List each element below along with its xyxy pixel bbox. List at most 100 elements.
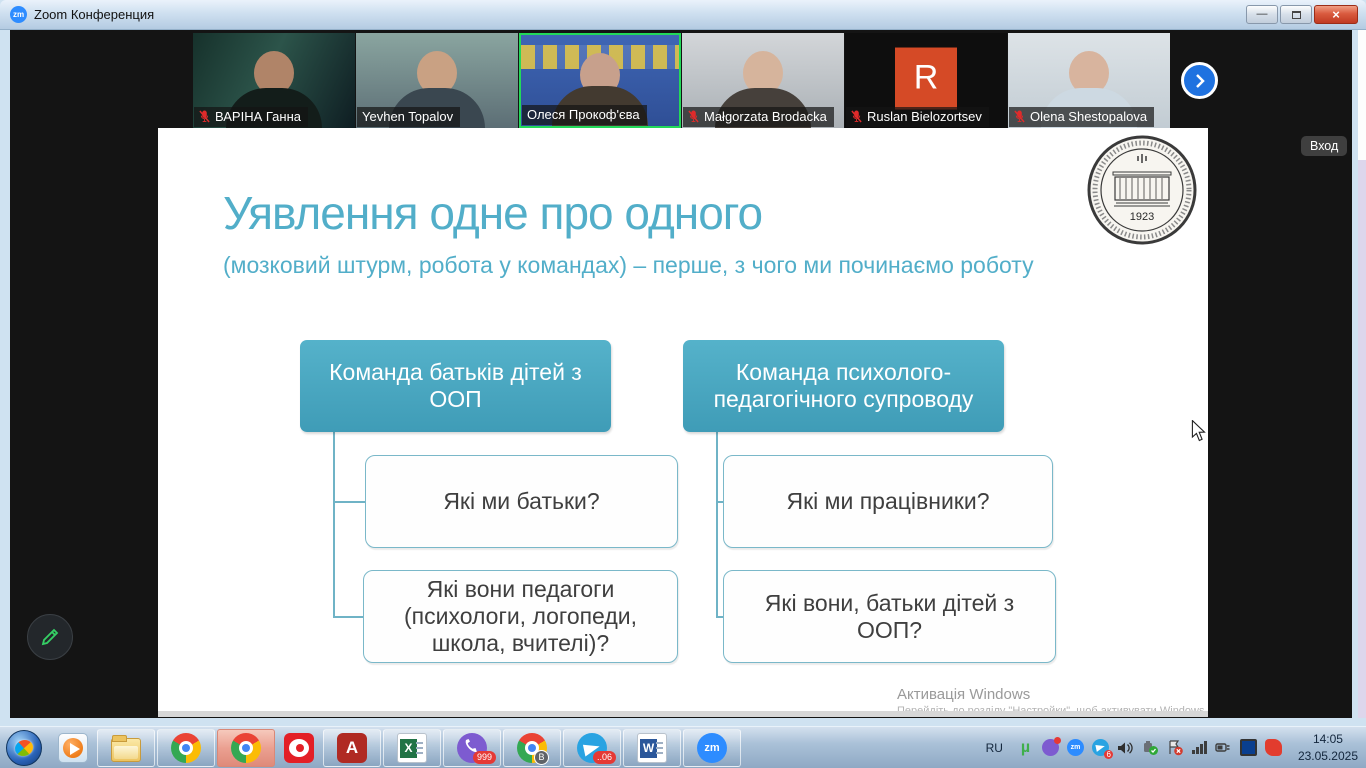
org-chart-child: Які ми працівники? [723,455,1053,548]
avatar: R [895,47,957,109]
org-chart-parent-left: Команда батьків дітей з ООП [300,340,611,432]
taskbar-clock[interactable]: 14:05 23.05.2025 [1298,731,1358,763]
zoom-icon: zm [697,733,727,763]
connector-line [333,501,365,503]
window-title: Zoom Конференция [34,7,154,22]
meeting-content-area: ВАРІНА Ганна Yevhen Topalov Олеся Прокоф… [10,30,1352,718]
zoom-tray-icon[interactable]: zm [1067,739,1084,756]
chrome-icon: B [517,733,547,763]
clock-date: 23.05.2025 [1298,748,1358,764]
muted-mic-icon [199,110,210,123]
chrome-profile-badge: B [534,750,549,765]
taskbar-abbyy-finereader[interactable] [276,729,322,767]
participant-name-tag: ВАРІНА Ганна [194,107,308,127]
connector-line [716,432,718,617]
word-icon: W [637,733,667,763]
participant-tile[interactable]: Małgorzata Brodacka [682,33,844,128]
chrome-icon [171,733,201,763]
abbyy-eye-icon [284,733,314,763]
org-chart-child: Які вони педагоги (психологи, логопеди, … [363,570,678,663]
taskbar-zoom[interactable]: zm [683,729,741,767]
power-plug-icon[interactable] [1215,739,1232,756]
taskbar-acrobat-reader[interactable]: A [323,729,381,767]
tray-app-icon[interactable] [1265,739,1282,756]
utorrent-tray-icon[interactable]: µ [1017,739,1034,756]
telegram-badge: ..06 [593,751,616,764]
clock-time: 14:05 [1298,731,1358,747]
participant-name: Yevhen Topalov [362,109,453,124]
participant-name-tag: Олеся Прокоф'єва [522,105,647,125]
participant-tile[interactable]: R Ruslan Bielozortsev [845,33,1007,128]
maximize-icon [1292,11,1301,19]
window-titlebar[interactable]: zm Zoom Конференция — × [0,0,1366,30]
taskbar-chrome[interactable] [157,729,215,767]
participant-name-tag: Małgorzata Brodacka [683,107,834,127]
windows-taskbar: A X 999 B ..06 W zm RU µ zm 6 [0,726,1366,768]
participant-name-tag: Yevhen Topalov [357,107,460,127]
taskbar-word[interactable]: W [623,729,681,767]
annotate-button[interactable] [27,614,73,660]
close-button[interactable]: × [1314,5,1358,24]
chrome-icon [231,733,261,763]
minimize-button[interactable]: — [1246,5,1278,24]
taskbar-excel[interactable]: X [383,729,441,767]
participant-tile[interactable]: Olena Shestopalova [1008,33,1170,128]
org-chart-parent-right: Команда психолого-педагогічного супровод… [683,340,1004,432]
maximize-button[interactable] [1280,5,1312,24]
participant-tile[interactable]: ВАРІНА Ганна [193,33,355,128]
media-player-icon [58,733,88,763]
taskbar-telegram[interactable]: ..06 [563,729,621,767]
taskbar-file-explorer[interactable] [97,729,155,767]
acrobat-icon: A [337,733,367,763]
participant-name: Олеся Прокоф'єва [527,107,640,122]
video-strip: ВАРІНА Ганна Yevhen Topalov Олеся Прокоф… [193,33,1171,128]
zoom-app-icon: zm [10,6,27,23]
network-signal-icon[interactable] [1192,741,1207,754]
participant-name: Olena Shestopalova [1030,109,1147,124]
muted-mic-icon [688,110,699,123]
taskbar-chrome-active[interactable] [217,729,275,767]
taskbar-chrome-profile[interactable]: B [503,729,561,767]
connector-line [333,616,363,618]
slide-title: Уявлення одне про одного [223,186,762,240]
seal-year: 1923 [1130,211,1154,223]
participant-name-tag: Olena Shestopalova [1009,107,1154,127]
participant-tile[interactable]: Yevhen Topalov [356,33,518,128]
viber-badge: 999 [473,751,496,764]
muted-mic-icon [1014,110,1025,123]
notification-dot [1054,737,1061,744]
university-seal-logo: 1923 [1086,134,1198,246]
excel-icon: X [397,733,427,763]
usb-device-icon[interactable] [1142,739,1159,756]
window-controls: — × [1246,5,1358,24]
participant-name: Ruslan Bielozortsev [867,109,982,124]
muted-mic-icon [851,110,862,123]
windows-activation-watermark: Активація Windows [897,686,1030,703]
telegram-tray-icon[interactable]: 6 [1092,739,1109,756]
viber-tray-icon[interactable] [1042,739,1059,756]
participant-tile-speaking[interactable]: Олеся Прокоф'єва [519,33,681,128]
telegram-tray-badge: 6 [1104,750,1112,759]
windows-logo-icon [14,740,34,756]
shared-screen-slide: Уявлення одне про одного (мозковий штурм… [158,128,1208,717]
display-tray-icon[interactable] [1240,739,1257,756]
start-button[interactable] [6,730,42,766]
pencil-icon [38,625,62,649]
taskbar-media-player[interactable] [50,729,96,767]
participant-name: Małgorzata Brodacka [704,109,827,124]
folder-icon [111,738,141,762]
connector-line [333,432,335,617]
action-center-flag-icon[interactable] [1167,739,1184,756]
participant-name-tag: Ruslan Bielozortsev [846,107,989,127]
org-chart-child: Які вони, батьки дітей з ООП? [723,570,1056,663]
taskbar-viber[interactable]: 999 [443,729,501,767]
mouse-cursor [1189,420,1209,442]
org-chart-child: Які ми батьки? [365,455,678,548]
system-tray: RU µ zm 6 14:05 23.05.2025 [986,731,1366,763]
slide-subtitle: (мозковий штурм, робота у командах) – пе… [223,252,1034,279]
volume-icon[interactable] [1117,739,1134,756]
language-indicator[interactable]: RU [986,741,1003,755]
login-button[interactable]: Вход [1301,136,1347,156]
next-participants-button[interactable] [1181,62,1218,99]
chevron-right-icon [1190,71,1210,91]
